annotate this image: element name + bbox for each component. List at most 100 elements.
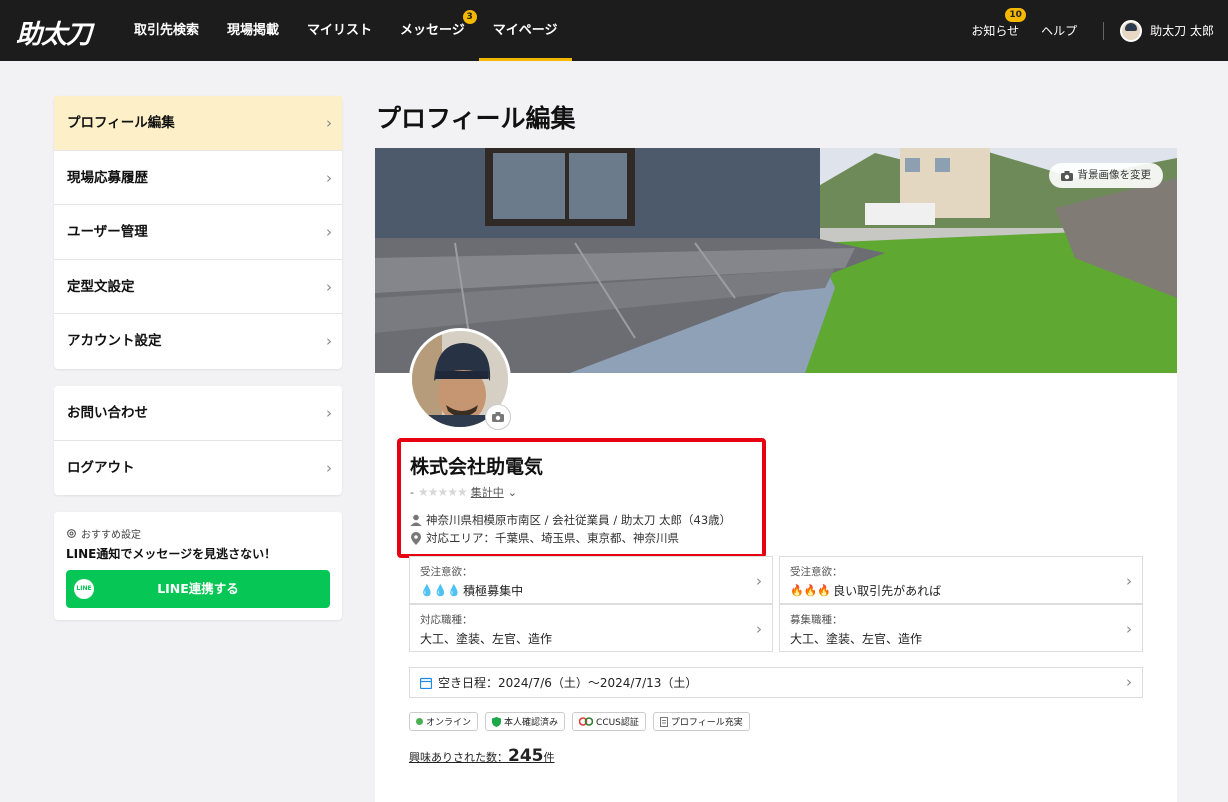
promo-label: おすすめ設定 — [81, 530, 141, 541]
tag-label: CCUS認証 — [596, 718, 639, 728]
line-connect-button[interactable]: LINE LINE連携する — [66, 570, 330, 608]
star-rating-icon: ★★★★★ — [417, 485, 468, 499]
avatar-camera-button[interactable] — [485, 404, 511, 430]
profile-complete-badge: プロフィール充実 — [652, 712, 750, 731]
chevron-right-icon: › — [326, 114, 332, 132]
sidebar-item-profile-edit[interactable]: プロフィール編集 › — [54, 96, 342, 151]
chevron-right-icon: › — [326, 458, 332, 477]
box-value-text: 大工、塗装、左官、造作 — [420, 632, 553, 646]
change-background-button[interactable]: 背景画像を変更 — [1048, 163, 1163, 188]
box-value-text: 大工、塗装、左官、造作 — [790, 632, 923, 646]
chevron-right-icon: › — [1126, 572, 1132, 590]
sidebar-item-label: お問い合わせ — [67, 405, 148, 421]
camera-icon — [492, 412, 504, 422]
box-label: 受注意欲： — [790, 566, 843, 578]
box-value: 💧💧💧 積極募集中 — [420, 582, 762, 599]
sidebar-item-account-settings[interactable]: アカウント設定 › — [54, 314, 342, 369]
header-right: お知らせ 10 ヘルプ 助太刀 太郎 — [971, 0, 1228, 61]
badge-list: オンライン 本人確認済み CCUS認証 プロフィール充実 — [409, 712, 750, 731]
recruiting-trades-box[interactable]: 募集職種： 大工、塗装、左官、造作 › — [779, 604, 1143, 652]
chevron-down-icon: ⌄ — [507, 485, 517, 499]
gear-icon — [67, 529, 76, 538]
messages-badge: 3 — [462, 10, 477, 24]
supported-trades-box[interactable]: 対応職種： 大工、塗装、左官、造作 › — [409, 604, 773, 652]
nav-label: マイリスト — [307, 23, 373, 38]
box-value: 🔥🔥🔥 良い取引先があれば — [790, 582, 1132, 599]
nav-label: マイページ — [492, 23, 558, 38]
tag-label: プロフィール充実 — [670, 718, 743, 728]
availability-row[interactable]: 空き日程：2024/7/6（土）〜2024/7/13（土） › — [409, 667, 1143, 698]
sidebar-item-label: 定型文設定 — [67, 278, 135, 295]
chevron-right-icon: › — [326, 223, 332, 241]
chevron-right-icon: › — [326, 404, 332, 422]
profile-card: 背景画像を変更 株式会社助電気 - ★★★★★ 集計中 ⌄ 神奈川県相模原市南区… — [375, 148, 1177, 802]
ccus-logo-icon — [579, 717, 594, 726]
sidebar-menu-secondary: お問い合わせ › ログアウト › — [54, 386, 342, 495]
nav-label: 現場掲載 — [227, 23, 280, 38]
change-background-label: 背景画像を変更 — [1077, 169, 1152, 181]
camera-icon — [1060, 170, 1073, 181]
availability-text: 空き日程：2024/7/6（土）〜2024/7/13（土） — [438, 676, 698, 690]
nav-messages[interactable]: メッセージ 3 — [386, 0, 479, 61]
map-pin-icon — [411, 531, 421, 545]
chevron-right-icon: › — [1126, 620, 1132, 638]
tag-label: オンライン — [426, 718, 472, 728]
ccus-badge: CCUS認証 — [572, 712, 646, 731]
page-title: プロフィール編集 — [376, 104, 576, 133]
nav-mylist[interactable]: マイリスト — [293, 0, 386, 61]
promo-title: LINE通知でメッセージを見逃さない！ — [66, 547, 277, 561]
chevron-right-icon: › — [326, 332, 332, 350]
order-motivation-box[interactable]: 受注意欲： 💧💧💧 積極募集中 › — [409, 556, 773, 604]
sidebar-item-application-history[interactable]: 現場応募履歴 › — [54, 151, 342, 205]
chevron-right-icon: › — [756, 572, 762, 590]
notifications-link[interactable]: お知らせ 10 — [971, 8, 1026, 39]
interest-label: 興味ありされた数： — [409, 751, 508, 764]
sidebar-menu: プロフィール編集 › 現場応募履歴 › ユーザー管理 › 定型文設定 › アカウント設定… — [54, 96, 342, 369]
nav-site-post[interactable]: 現場掲載 — [213, 0, 293, 61]
sidebar-item-user-management[interactable]: ユーザー管理 › — [54, 205, 342, 260]
user-avatar[interactable] — [1120, 19, 1143, 42]
box-value: 大工、塗装、左官、造作 — [420, 630, 762, 647]
logo[interactable]: 助太刀 — [16, 14, 92, 51]
fire-icon: 🔥🔥🔥 — [790, 584, 832, 597]
chevron-right-icon: › — [756, 620, 762, 638]
chevron-right-icon: › — [1126, 673, 1132, 691]
line-icon: LINE — [74, 579, 94, 599]
user-name[interactable]: 助太刀 太郎 — [1150, 22, 1214, 39]
document-icon — [659, 716, 668, 727]
interest-count-link[interactable]: 興味ありされた数：245件 — [409, 746, 555, 766]
sidebar-item-label: プロフィール編集 — [67, 115, 175, 131]
service-area-text: 対応エリア：千葉県、埼玉県、東京都、神奈川県 — [426, 531, 679, 545]
person-icon — [410, 514, 422, 526]
calendar-icon — [420, 677, 432, 689]
box-value-text: 良い取引先があれば — [833, 584, 942, 598]
sidebar-item-logout[interactable]: ログアウト › — [54, 441, 342, 496]
notifications-badge: 10 — [1005, 8, 1026, 22]
sidebar-item-contact[interactable]: お問い合わせ › — [54, 386, 342, 441]
online-dot-icon — [416, 718, 423, 725]
promo-header: おすすめ設定 — [66, 526, 330, 541]
nav-mypage[interactable]: マイページ — [478, 0, 572, 61]
water-drop-icon: 💧💧💧 — [420, 584, 462, 597]
sidebar-item-label: ログアウト — [67, 459, 135, 476]
box-label: 対応職種： — [420, 614, 473, 626]
nav-partner-search[interactable]: 取引先検索 — [120, 0, 213, 61]
header-divider — [1103, 21, 1105, 40]
service-area-row: 対応エリア：千葉県、埼玉県、東京都、神奈川県 — [410, 530, 679, 546]
rating-status-link[interactable]: 集計中 — [471, 484, 504, 500]
main-nav: 取引先検索 現場掲載 マイリスト メッセージ 3 マイページ — [120, 0, 572, 61]
order-motivation-box-2[interactable]: 受注意欲： 🔥🔥🔥 良い取引先があれば › — [779, 556, 1143, 604]
identity-verified-badge: 本人確認済み — [485, 712, 566, 731]
sidebar-item-template-settings[interactable]: 定型文設定 › — [54, 260, 342, 314]
box-value: 大工、塗装、左官、造作 — [790, 630, 1132, 647]
location-text: 神奈川県相模原市南区 / 会社従業員 / 助太刀 太郎（43歳） — [426, 513, 732, 527]
box-label: 募集職種： — [790, 614, 843, 626]
nav-label: メッセージ — [400, 23, 465, 38]
chevron-right-icon: › — [326, 168, 332, 187]
top-header: 助太刀 取引先検索 現場掲載 マイリスト メッセージ 3 マイページ お知らせ 10… — [0, 0, 1228, 61]
box-value-text: 積極募集中 — [463, 584, 524, 598]
help-link[interactable]: ヘルプ — [1041, 22, 1077, 39]
company-name: 株式会社助電気 — [410, 456, 544, 478]
nav-label: 取引先検索 — [134, 23, 200, 38]
sidebar-item-label: 現場応募履歴 — [67, 169, 148, 186]
